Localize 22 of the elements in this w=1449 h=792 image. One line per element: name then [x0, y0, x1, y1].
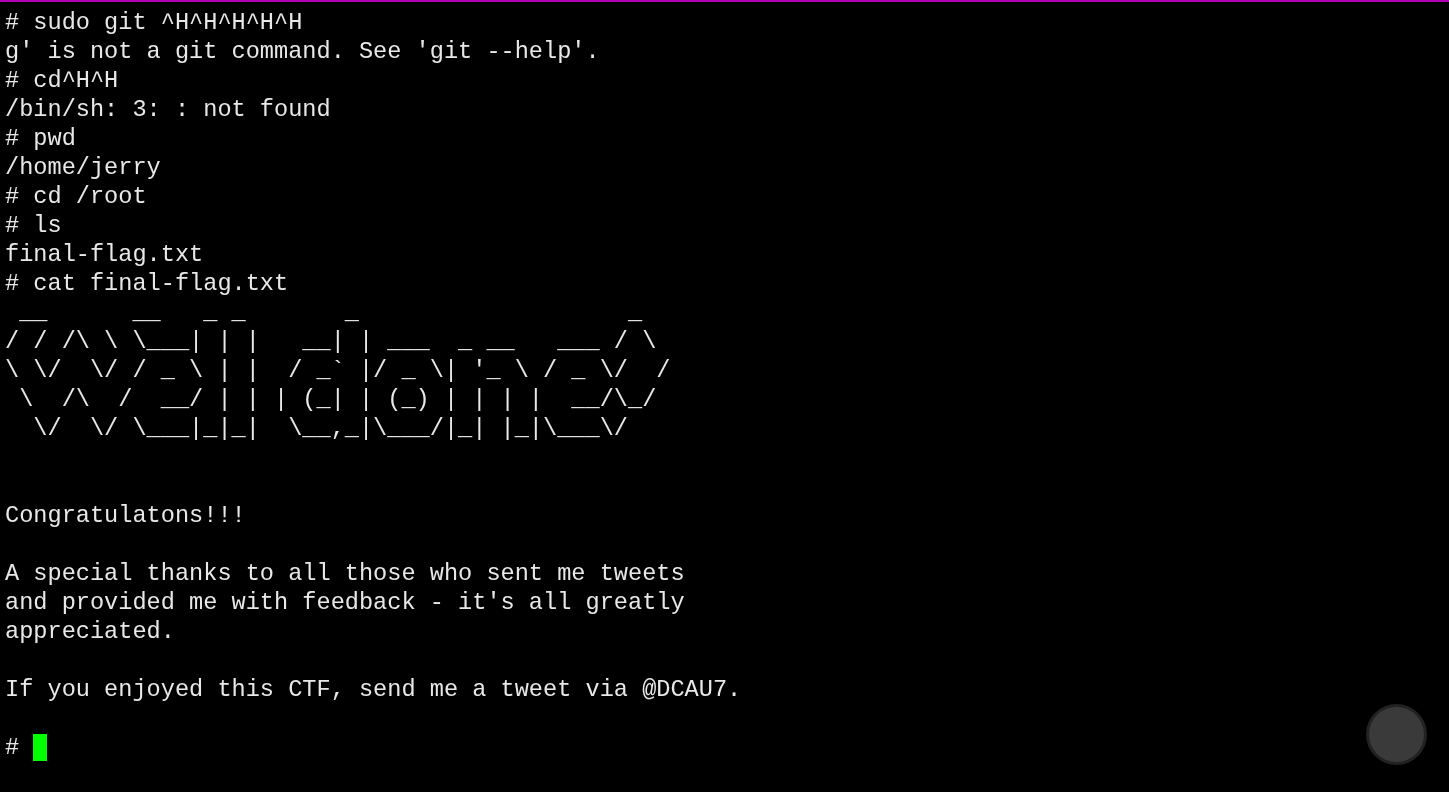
ascii-art-line: __ __ _ _ _ _	[18, 298, 644, 327]
terminal-line: # ls	[5, 211, 62, 240]
ascii-art-line: \/ \/ \___|_|_| \__,_|\___/|_| |_|\___\/	[32, 414, 629, 443]
terminal-line: A special thanks to all those who sent me tweets	[5, 559, 685, 588]
terminal-line: # sudo git ^H^H^H^H^H	[5, 8, 303, 37]
ascii-art-line: \ \/ \/ / _ \ | | / _` |/ _ \| '_ \ / _ \/ /	[5, 356, 671, 385]
terminal-line: appreciated.	[5, 617, 175, 646]
terminal-line: # cat final-flag.txt	[5, 269, 289, 298]
prompt: #	[5, 733, 20, 762]
ascii-art-line: / / /\ \ \___| | | __| | ___ _ __ ___ / \	[5, 327, 657, 356]
avatar-button[interactable]	[1369, 707, 1424, 762]
terminal-line: /bin/sh: 3: : not found	[5, 95, 331, 124]
ascii-art-line: \ /\ / __/ | | | (_| | (_) | | | | __/\_/	[18, 385, 658, 414]
terminal-line: final-flag.txt	[5, 240, 204, 269]
terminal-line: # pwd	[5, 124, 76, 153]
terminal-line: Congratulatons!!!	[5, 501, 246, 530]
terminal-line: # cd^H^H	[5, 66, 119, 95]
terminal-line: g' is not a git command. See 'git --help'.	[5, 37, 600, 66]
terminal-line: /home/jerry	[5, 153, 161, 182]
terminal-line: and provided me with feedback - it's all greatly	[5, 588, 685, 617]
terminal-line: If you enjoyed this CTF, send me a tweet via @DCAU7.	[5, 675, 742, 704]
terminal-line: # cd /root	[5, 182, 147, 211]
